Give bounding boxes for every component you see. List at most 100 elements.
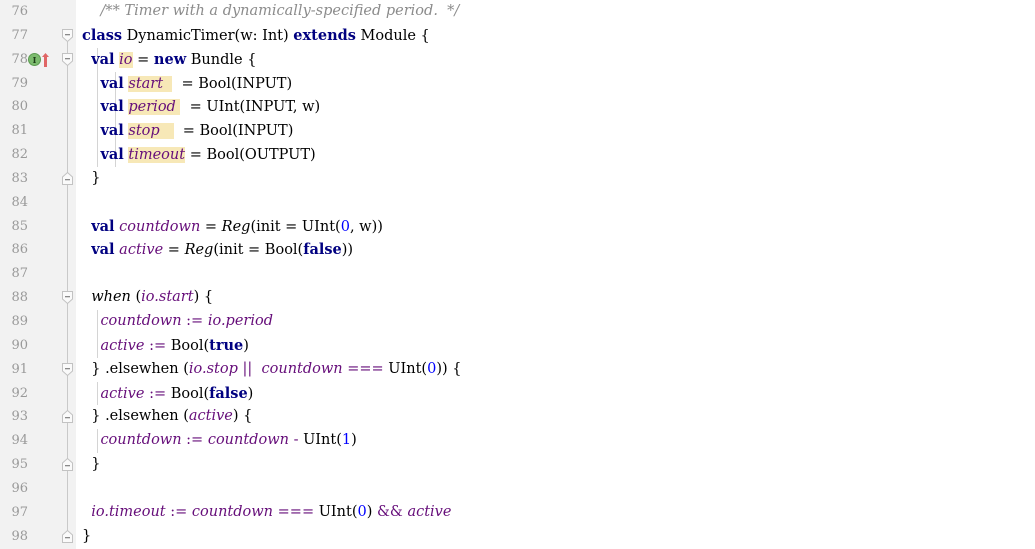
code-token: Bool(	[166, 337, 210, 354]
gutter-annotation[interactable]: I	[28, 52, 56, 68]
code-token: .elsewhen	[105, 360, 179, 377]
code-line[interactable]: when (io.start) {	[76, 286, 1035, 310]
editor-gutter[interactable]: 76 77 78 I 79 80 81 82 83 84 85 86 87 88 89 90 91 92 93 94 9…	[0, 0, 76, 549]
fold-region-line	[67, 375, 68, 412]
highlighted-token: timeout	[128, 147, 186, 164]
code-token: extends	[293, 26, 356, 44]
code-token: Reg	[184, 242, 214, 259]
code-token: val	[100, 74, 124, 92]
code-token: Module {	[355, 27, 430, 44]
code-token: (init = UInt(	[250, 218, 341, 235]
code-line[interactable]: }	[76, 167, 1035, 191]
code-line[interactable]: /** Timer with a dynamically-specified p…	[76, 0, 1035, 24]
code-line[interactable]: val stop = Bool(INPUT)	[76, 119, 1035, 143]
code-token: (	[178, 408, 189, 425]
code-token: UInt(	[314, 503, 358, 520]
code-token: Bundle {	[186, 51, 257, 68]
code-line[interactable]: val period = UInt(INPUT, w)	[76, 95, 1035, 119]
code-content-area[interactable]: /** Timer with a dynamically-specified p…	[76, 0, 1035, 549]
line-number: 85	[11, 218, 28, 234]
line-number: 97	[11, 504, 28, 520]
code-token: val	[100, 122, 124, 140]
highlighted-token: start	[128, 75, 173, 92]
code-line[interactable]: }	[76, 525, 1035, 549]
code-token: = Bool(INPUT)	[172, 75, 293, 92]
code-token: ) {	[193, 289, 214, 306]
code-token: )	[366, 503, 377, 520]
code-token: io.timeout	[91, 503, 166, 520]
code-token: io.start	[141, 289, 194, 306]
code-token: countdown	[100, 312, 182, 329]
code-line[interactable]: val timeout = Bool(OUTPUT)	[76, 143, 1035, 167]
code-token: 0	[340, 218, 350, 235]
code-line[interactable]: }	[76, 453, 1035, 477]
code-token: )	[247, 385, 254, 402]
overriding-method-arrow-icon[interactable]	[41, 52, 50, 68]
code-token: &&	[377, 503, 403, 520]
line-number: 94	[11, 433, 28, 449]
code-line[interactable]: val countdown = Reg(init = UInt(0, w))	[76, 215, 1035, 239]
code-token: (init = Bool(	[213, 242, 304, 259]
fold-region-end-icon[interactable]	[60, 529, 75, 544]
code-lines[interactable]: /** Timer with a dynamically-specified p…	[76, 0, 1035, 548]
code-token: = UInt(INPUT, w)	[180, 99, 321, 116]
code-token: ))	[341, 242, 354, 259]
line-number: 76	[11, 4, 28, 19]
fold-collapse-icon[interactable]	[60, 52, 75, 67]
code-token: class	[82, 26, 123, 44]
code-line[interactable]: val start = Bool(INPUT)	[76, 72, 1035, 96]
fold-region-end-icon[interactable]	[60, 409, 75, 424]
code-token: false	[209, 384, 248, 402]
line-number: 82	[11, 147, 28, 163]
code-line[interactable]: active := Bool(true)	[76, 334, 1035, 358]
code-line[interactable]: } .elsewhen (active) {	[76, 405, 1035, 429]
code-token: 0	[427, 360, 437, 377]
code-folding-strip[interactable]	[60, 0, 76, 549]
line-number: 80	[11, 99, 28, 115]
fold-region-end-icon[interactable]	[60, 457, 75, 472]
highlighted-token: period	[128, 99, 181, 116]
code-token: countdown	[261, 360, 343, 377]
code-token: (	[178, 360, 189, 377]
fold-collapse-icon[interactable]	[60, 290, 75, 305]
fold-collapse-icon[interactable]	[60, 362, 75, 377]
code-line[interactable]: active := Bool(false)	[76, 382, 1035, 406]
implementing-member-icon[interactable]: I	[28, 52, 41, 66]
code-token: :=	[186, 432, 204, 449]
code-line[interactable]: } .elsewhen (io.stop || countdown === UI…	[76, 358, 1035, 382]
code-line[interactable]: io.timeout := countdown === UInt(0) && a…	[76, 501, 1035, 525]
code-token: UInt(	[383, 360, 428, 377]
line-number: 98	[11, 528, 28, 544]
code-line[interactable]: val io = new Bundle {	[76, 48, 1035, 72]
code-token: active	[188, 408, 233, 425]
code-line[interactable]: countdown := io.period	[76, 310, 1035, 334]
code-editor[interactable]: 76 77 78 I 79 80 81 82 83 84 85 86 87 88 89 90 91 92 93 94 9…	[0, 0, 1035, 549]
code-line[interactable]: countdown := countdown - UInt(1)	[76, 429, 1035, 453]
code-line[interactable]: class DynamicTimer(w: Int) extends Modul…	[76, 24, 1035, 48]
code-token: Bool(	[166, 385, 210, 402]
code-line[interactable]	[76, 191, 1035, 215]
code-token: =	[200, 218, 222, 235]
line-number: 96	[11, 480, 28, 496]
highlighted-token: stop	[128, 123, 174, 140]
fold-region-end-icon[interactable]	[60, 171, 75, 186]
code-line[interactable]	[76, 477, 1035, 501]
fold-collapse-icon[interactable]	[60, 28, 75, 43]
code-token: countdown	[207, 432, 289, 449]
code-token: Reg	[221, 218, 251, 235]
code-token: true	[209, 336, 244, 354]
code-line[interactable]	[76, 262, 1035, 286]
line-number: 83	[11, 170, 28, 186]
code-token: new	[153, 50, 187, 68]
code-token: ===	[347, 360, 384, 377]
code-token: active	[407, 503, 452, 520]
code-line[interactable]: val active = Reg(init = Bool(false))	[76, 238, 1035, 262]
code-token: }	[82, 527, 92, 544]
